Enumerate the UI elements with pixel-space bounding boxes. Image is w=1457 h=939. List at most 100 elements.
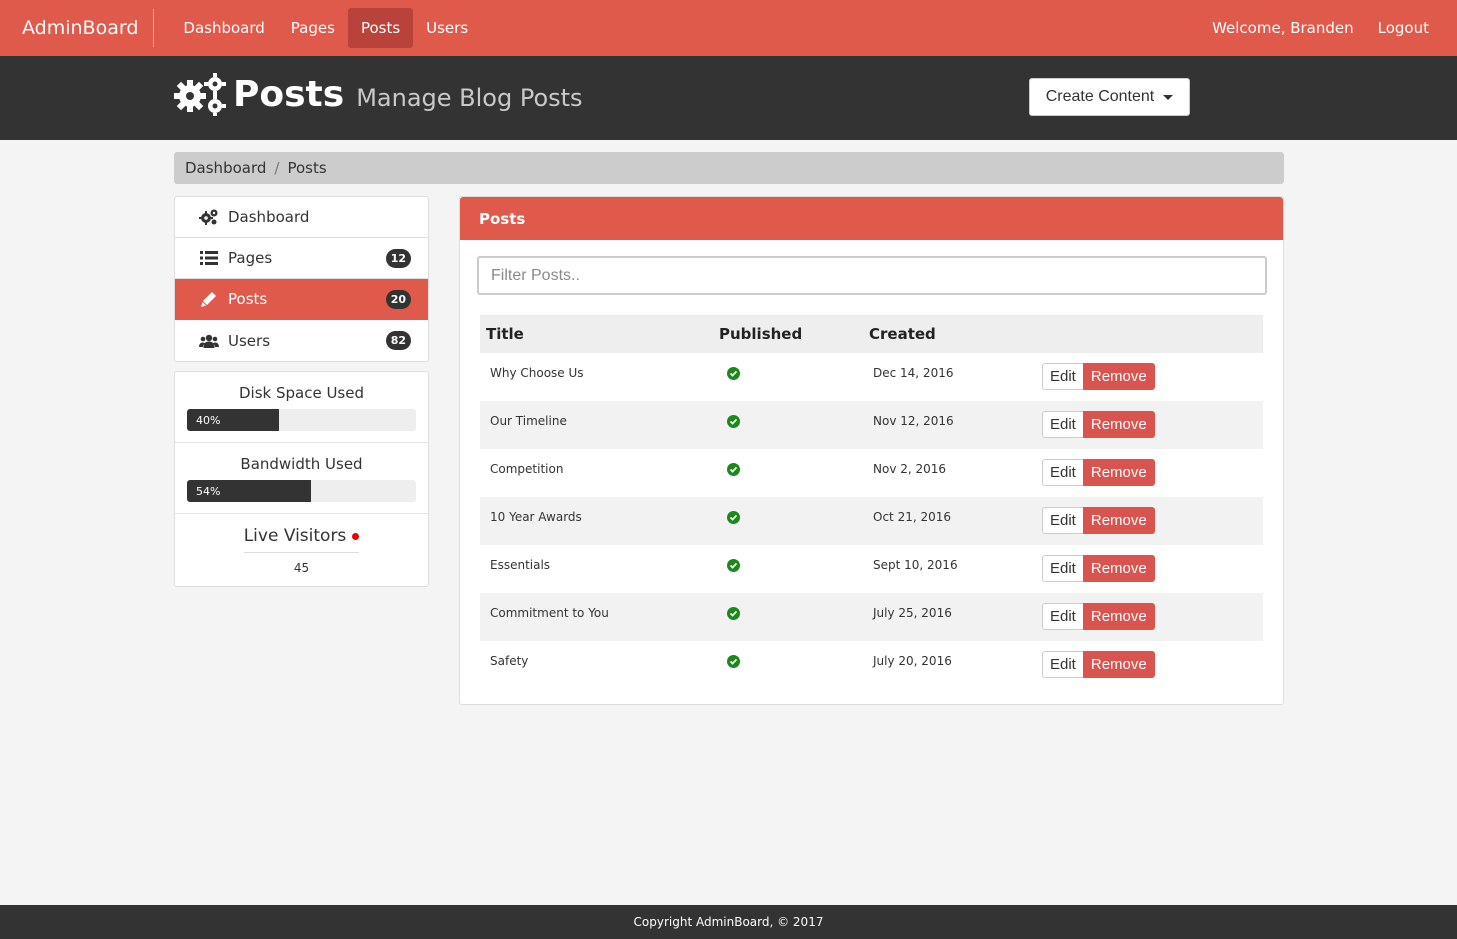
posts-panel: Posts Title Published Created Why Choose… bbox=[459, 196, 1284, 705]
check-circle-icon bbox=[727, 463, 740, 476]
column-header-title: Title bbox=[486, 325, 524, 343]
pages-count-badge: 12 bbox=[385, 248, 411, 268]
users-icon bbox=[199, 333, 219, 349]
post-created: Nov 12, 2016 bbox=[873, 414, 954, 428]
nav-link-pages[interactable]: Pages bbox=[278, 8, 348, 48]
sidebar-item-pages[interactable]: Pages 12 bbox=[175, 238, 428, 279]
nav-link-dashboard[interactable]: Dashboard bbox=[170, 8, 277, 48]
post-actions: Edit Remove bbox=[1033, 641, 1263, 689]
post-title: Competition bbox=[490, 462, 564, 476]
post-actions: Edit Remove bbox=[1033, 545, 1263, 593]
create-content-button[interactable]: Create Content bbox=[1029, 78, 1190, 116]
published-cell bbox=[713, 593, 863, 641]
disk-space-progress-bar: 40% bbox=[187, 409, 279, 431]
table-row: 10 Year Awards Oct 21, 2016 Edit Remove bbox=[480, 497, 1263, 545]
post-created: July 25, 2016 bbox=[873, 606, 952, 620]
sidebar-item-label: Pages bbox=[228, 249, 273, 267]
published-cell bbox=[713, 353, 863, 401]
panel-heading: Posts bbox=[460, 197, 1283, 240]
check-circle-icon bbox=[727, 367, 740, 380]
caret-down-icon bbox=[1163, 94, 1174, 100]
remove-button[interactable]: Remove bbox=[1082, 651, 1155, 678]
bandwidth-progress: 54% bbox=[187, 480, 416, 502]
nav-link-posts[interactable]: Posts bbox=[347, 8, 414, 48]
sidebar: Dashboard Pages 12 Posts 20 Users 82 Dis… bbox=[174, 196, 429, 587]
footer: Copyright AdminBoard, © 2017 bbox=[0, 905, 1457, 939]
check-circle-icon bbox=[727, 559, 740, 572]
published-cell bbox=[713, 449, 863, 497]
post-title: Essentials bbox=[490, 558, 551, 572]
disk-space-title: Disk Space Used bbox=[238, 384, 364, 402]
remove-button[interactable]: Remove bbox=[1082, 555, 1155, 582]
remove-button[interactable]: Remove bbox=[1082, 411, 1155, 438]
check-circle-icon bbox=[727, 511, 740, 524]
check-circle-icon bbox=[727, 655, 740, 668]
live-dot-icon bbox=[352, 532, 360, 540]
post-actions: Edit Remove bbox=[1033, 593, 1263, 641]
post-actions: Edit Remove bbox=[1033, 449, 1263, 497]
filter-posts-input[interactable] bbox=[477, 256, 1267, 295]
logout-link[interactable]: Logout bbox=[1366, 8, 1441, 48]
remove-button[interactable]: Remove bbox=[1082, 459, 1155, 486]
page-header: Posts Manage Blog Posts Create Content bbox=[0, 56, 1457, 140]
page-subtitle: Manage Blog Posts bbox=[356, 84, 583, 112]
live-visitors-label: Live Visitors bbox=[243, 526, 347, 546]
post-actions: Edit Remove bbox=[1033, 353, 1263, 401]
post-created: July 20, 2016 bbox=[873, 654, 952, 668]
remove-button[interactable]: Remove bbox=[1082, 363, 1155, 390]
edit-button[interactable]: Edit bbox=[1042, 507, 1084, 534]
gears-icon bbox=[174, 73, 226, 116]
live-visitors-stat: Live Visitors 45 bbox=[175, 514, 428, 586]
brand-logo[interactable]: AdminBoard bbox=[22, 9, 155, 47]
edit-button[interactable]: Edit bbox=[1042, 459, 1084, 486]
pencil-icon bbox=[199, 291, 219, 307]
nav-link-users[interactable]: Users bbox=[413, 8, 481, 48]
post-title: Commitment to You bbox=[490, 606, 609, 620]
posts-count-badge: 20 bbox=[385, 289, 411, 309]
gears-icon bbox=[199, 209, 219, 225]
breadcrumb-separator: / bbox=[274, 159, 280, 177]
edit-button[interactable]: Edit bbox=[1042, 411, 1084, 438]
table-row: Competition Nov 2, 2016 Edit Remove bbox=[480, 449, 1263, 497]
page-title-wrap: Posts Manage Blog Posts bbox=[173, 72, 583, 116]
edit-button[interactable]: Edit bbox=[1042, 363, 1084, 390]
bandwidth-progress-bar: 54% bbox=[187, 480, 311, 502]
post-title: Safety bbox=[490, 654, 529, 668]
table-row: Essentials Sept 10, 2016 Edit Remove bbox=[480, 545, 1263, 593]
posts-table-body: Why Choose Us Dec 14, 2016 Edit Remove Our T… bbox=[480, 353, 1263, 689]
page-title: Posts bbox=[233, 73, 345, 115]
sidebar-item-label: Dashboard bbox=[228, 208, 310, 226]
check-circle-icon bbox=[727, 415, 740, 428]
published-cell bbox=[713, 641, 863, 689]
sidebar-menu: Dashboard Pages 12 Posts 20 Users 82 bbox=[174, 196, 429, 362]
stats-panel: Disk Space Used 40% Bandwidth Used 54% L… bbox=[174, 371, 429, 587]
check-circle-icon bbox=[727, 607, 740, 620]
bandwidth-title: Bandwidth Used bbox=[240, 455, 363, 473]
post-title: 10 Year Awards bbox=[490, 510, 582, 524]
post-created: Sept 10, 2016 bbox=[873, 558, 958, 572]
list-icon bbox=[199, 250, 219, 266]
top-navbar: AdminBoard Dashboard Pages Posts Users W… bbox=[0, 0, 1457, 56]
sidebar-item-users[interactable]: Users 82 bbox=[175, 320, 428, 361]
sidebar-item-posts[interactable]: Posts 20 bbox=[175, 279, 428, 320]
table-row: Why Choose Us Dec 14, 2016 Edit Remove bbox=[480, 353, 1263, 401]
sidebar-item-dashboard[interactable]: Dashboard bbox=[175, 197, 428, 238]
breadcrumb-item-dashboard[interactable]: Dashboard bbox=[185, 159, 266, 177]
breadcrumb-item-posts: Posts bbox=[287, 159, 327, 177]
remove-button[interactable]: Remove bbox=[1082, 603, 1155, 630]
published-cell bbox=[713, 401, 863, 449]
published-cell bbox=[713, 545, 863, 593]
posts-table: Title Published Created Why Choose Us Dec… bbox=[480, 315, 1263, 689]
edit-button[interactable]: Edit bbox=[1042, 651, 1084, 678]
edit-button[interactable]: Edit bbox=[1042, 555, 1084, 582]
bandwidth-stat: Bandwidth Used 54% bbox=[175, 443, 428, 514]
remove-button[interactable]: Remove bbox=[1082, 507, 1155, 534]
edit-button[interactable]: Edit bbox=[1042, 603, 1084, 630]
table-header-row: Title Published Created bbox=[480, 315, 1263, 353]
breadcrumb: Dashboard / Posts bbox=[174, 152, 1284, 184]
welcome-link[interactable]: Welcome, Branden bbox=[1200, 8, 1366, 48]
table-row: Safety July 20, 2016 Edit Remove bbox=[480, 641, 1263, 689]
post-title: Our Timeline bbox=[490, 414, 567, 428]
column-header-actions bbox=[1033, 315, 1263, 353]
sidebar-item-label: Users bbox=[228, 331, 271, 350]
